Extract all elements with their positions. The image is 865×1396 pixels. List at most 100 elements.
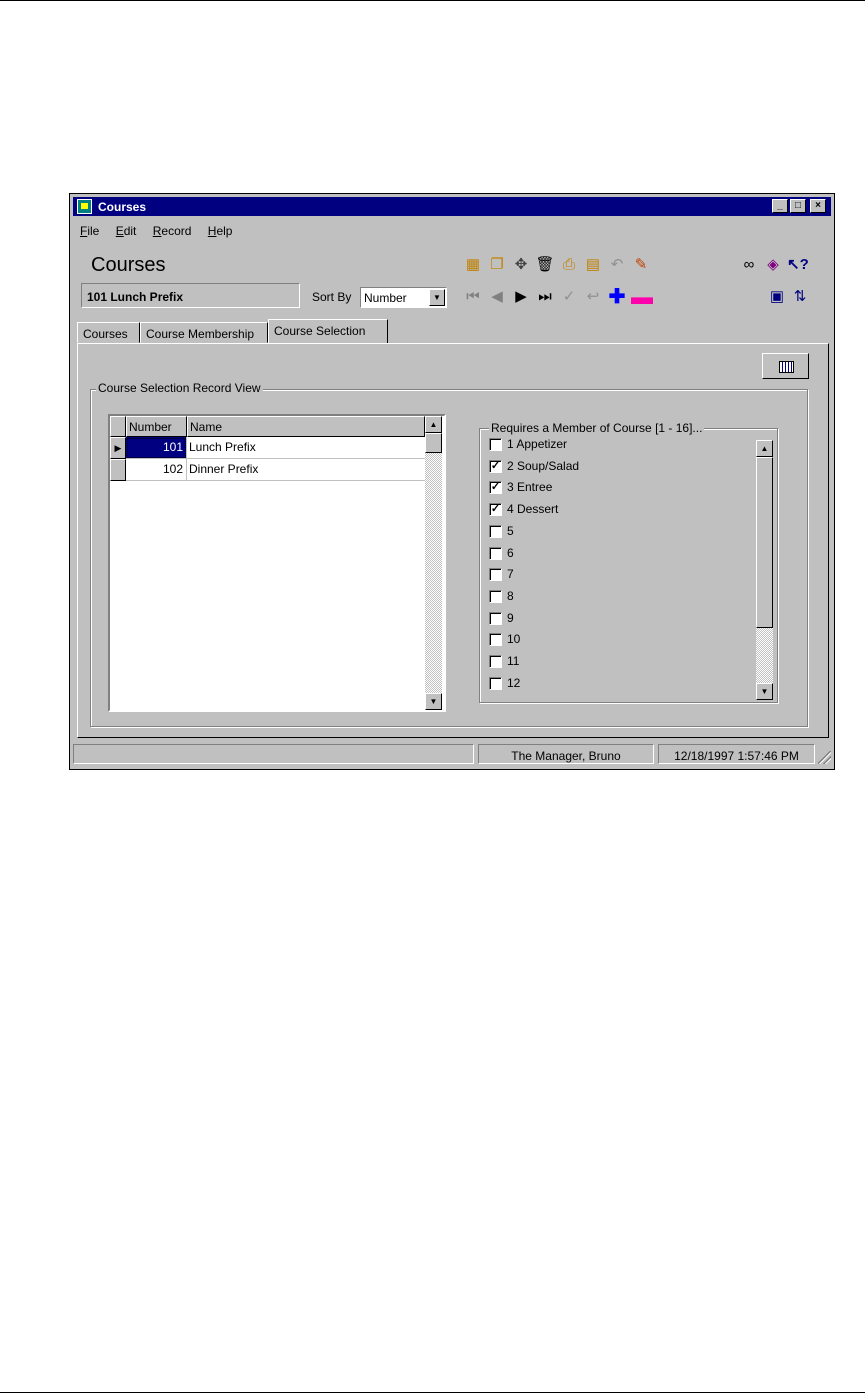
tab-course-selection[interactable]: Course Selection	[268, 319, 388, 344]
record-view-group-title: Course Selection Record View	[96, 381, 263, 395]
page-bottom-rule	[0, 1392, 865, 1393]
checklist-item[interactable]: 12	[489, 673, 749, 694]
resize-grip-icon[interactable]	[818, 751, 831, 764]
menu-file[interactable]: File	[80, 224, 99, 238]
sort-by-value: Number	[364, 291, 407, 305]
last-record-icon[interactable]: ⏭	[535, 287, 555, 307]
table-row[interactable]: 102 Dinner Prefix	[110, 459, 425, 481]
remove-record-icon[interactable]: ▬	[631, 286, 653, 308]
checklist-item[interactable]: ✓ 4 Dessert	[489, 499, 749, 521]
course-checkbox[interactable]	[489, 546, 502, 560]
checklist-item-label: 10	[507, 632, 521, 647]
course-checkbox[interactable]	[489, 676, 502, 690]
clear-icon[interactable]: ✎	[631, 255, 651, 275]
sort-by-select[interactable]: Number ▼	[360, 287, 447, 308]
menu-edit[interactable]: Edit	[116, 224, 137, 238]
scroll-up-icon[interactable]: ▲	[425, 416, 442, 433]
bookbook-icon[interactable]: ◈	[763, 255, 783, 275]
status-datetime: 12/18/1997 1:57:46 PM	[658, 744, 815, 764]
current-row-indicator-icon: ▶	[110, 437, 126, 459]
checklist-item[interactable]: ✓ 3 Entree	[489, 477, 749, 499]
checklist-item[interactable]: 8	[489, 586, 749, 608]
checklist-item[interactable]: 5	[489, 521, 749, 543]
save-check-icon[interactable]: ✓	[559, 287, 579, 307]
cell-name[interactable]: Lunch Prefix	[187, 437, 425, 459]
status-bar: The Manager, Bruno 12/18/1997 1:57:46 PM	[73, 744, 833, 766]
column-header-name[interactable]: Name	[187, 416, 425, 437]
cancel-undo-icon[interactable]: ↩	[583, 287, 603, 307]
paste-record-icon[interactable]: ✥	[511, 255, 531, 275]
status-user: The Manager, Bruno	[478, 744, 654, 764]
find-binoculars-icon[interactable]: ∞	[739, 255, 759, 275]
export-icon[interactable]: ▤	[583, 255, 603, 275]
cell-number[interactable]: 102	[126, 459, 187, 481]
scroll-down-icon[interactable]: ▼	[756, 683, 773, 700]
page-top-rule	[0, 0, 865, 1]
previous-record-icon[interactable]: ◀	[487, 287, 507, 307]
checklist-item-label: 9	[507, 610, 514, 625]
checklist-item[interactable]: ✓ 2 Soup/Salad	[489, 456, 749, 478]
add-record-icon[interactable]: ✚	[607, 287, 627, 307]
scroll-up-icon[interactable]: ▲	[756, 440, 773, 457]
checklist-item[interactable]: 10	[489, 629, 749, 651]
course-checkbox[interactable]	[489, 568, 502, 582]
course-checkbox[interactable]	[489, 611, 502, 625]
checklist-item-label: 6	[507, 545, 514, 560]
course-checkbox[interactable]: ✓	[489, 503, 502, 517]
course-checkbox[interactable]	[489, 655, 502, 668]
course-selection-grid[interactable]: Number Name ▶ 101 Lunch Prefix 102 Dinne…	[108, 414, 446, 712]
course-checkbox[interactable]: ✓	[489, 481, 502, 495]
undo-icon[interactable]: ↶	[607, 255, 627, 275]
menu-record[interactable]: Record	[153, 224, 192, 238]
checklist-item[interactable]: 6	[489, 543, 749, 565]
courses-window: Courses _ □ × File Edit Record Help Cour…	[69, 193, 835, 770]
checklist-item-label: 5	[507, 523, 514, 538]
course-checkbox[interactable]	[489, 524, 502, 538]
calendar-icon[interactable]	[762, 353, 809, 379]
checklist-item[interactable]: 9	[489, 608, 749, 630]
scroll-down-icon[interactable]: ▼	[425, 693, 442, 710]
whats-this-help-icon[interactable]: ↖?	[787, 255, 809, 275]
menu-help[interactable]: Help	[208, 224, 233, 238]
tab-courses[interactable]: Courses	[77, 322, 140, 343]
form-title: Courses	[91, 254, 166, 276]
course-checkbox[interactable]	[489, 633, 502, 647]
close-button[interactable]: ×	[810, 199, 826, 213]
checklist-item-label: 2 Soup/Salad	[507, 458, 580, 473]
minimize-button[interactable]: _	[772, 199, 788, 213]
tab-course-membership[interactable]: Course Membership	[140, 322, 268, 343]
checklist-item[interactable]: 7	[489, 564, 749, 586]
status-message-panel	[73, 744, 474, 764]
requires-member-checklist[interactable]: 1 Appetizer ✓ 2 Soup/Salad ✓ 3 Entree ✓ 4 Dess…	[489, 434, 759, 694]
column-header-number[interactable]: Number	[126, 416, 187, 437]
scroll-thumb[interactable]	[756, 457, 773, 628]
grid-corner-header	[110, 416, 126, 437]
print-icon[interactable]: ⎙	[559, 255, 579, 275]
report-icon[interactable]: ▦	[463, 255, 483, 275]
display-icon[interactable]: ▣	[767, 287, 787, 307]
scroll-thumb[interactable]	[425, 433, 442, 453]
checklist-vertical-scrollbar[interactable]: ▲ ▼	[756, 440, 773, 700]
checklist-item[interactable]: 1 Appetizer	[489, 434, 749, 456]
course-checkbox[interactable]	[489, 438, 502, 451]
app-icon[interactable]	[77, 199, 92, 214]
checklist-item-label: 1 Appetizer	[507, 437, 568, 451]
current-record-display: 101 Lunch Prefix	[81, 283, 300, 308]
course-checkbox[interactable]	[489, 589, 502, 603]
window-title: Courses	[98, 200, 147, 214]
checklist-item-label: 4 Dessert	[507, 502, 559, 517]
course-checkbox[interactable]: ✓	[489, 459, 502, 473]
next-record-icon[interactable]: ▶	[511, 287, 531, 307]
first-record-icon[interactable]: ⏮	[463, 287, 483, 307]
copy-record-icon[interactable]: ❐	[487, 255, 507, 275]
table-row[interactable]: ▶ 101 Lunch Prefix	[110, 437, 425, 459]
maximize-button[interactable]: □	[790, 199, 806, 213]
requires-member-group-title: Requires a Member of Course [1 - 16]...	[489, 421, 705, 435]
grid-vertical-scrollbar[interactable]: ▲ ▼	[425, 416, 442, 710]
chevron-down-icon[interactable]: ▼	[429, 289, 445, 306]
cell-name[interactable]: Dinner Prefix	[187, 459, 425, 481]
cell-number[interactable]: 101	[126, 437, 187, 459]
checklist-item[interactable]: 11	[489, 651, 749, 673]
transfer-icon[interactable]: ⇅	[790, 287, 810, 307]
delete-trash-icon[interactable]: 🗑	[535, 255, 555, 275]
